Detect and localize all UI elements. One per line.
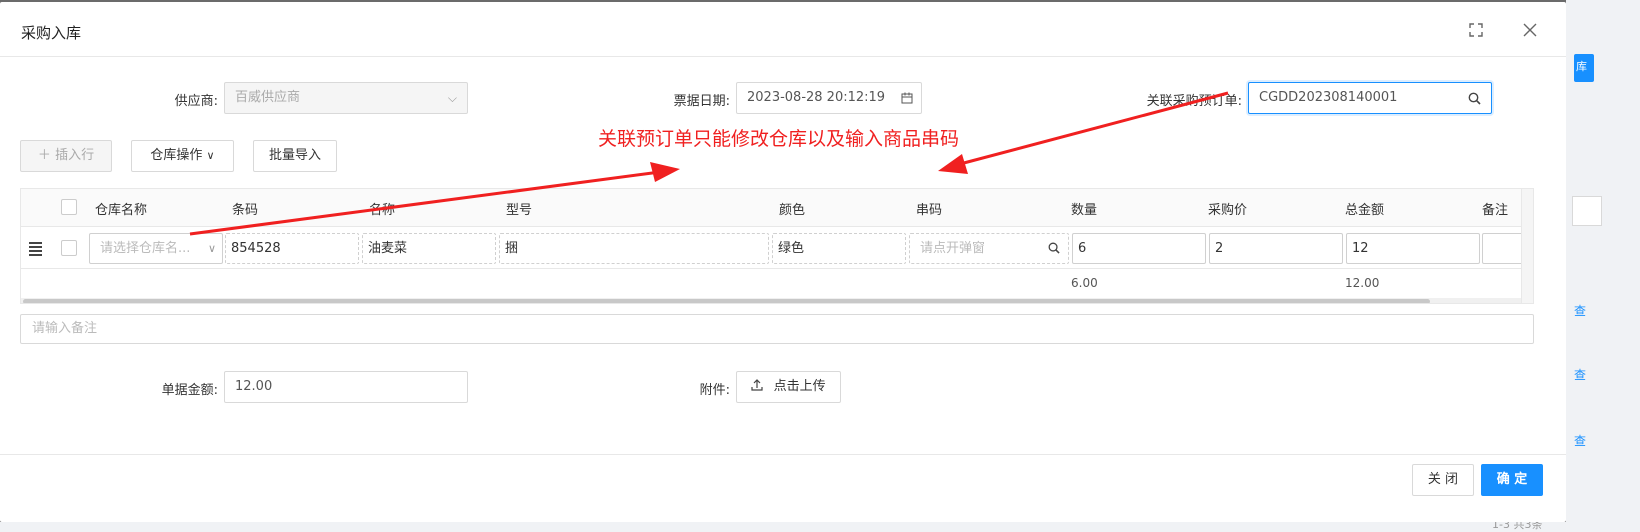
attachment-label: 附件:: [699, 383, 730, 398]
background-link: 查: [1574, 368, 1587, 382]
drag-handle-icon[interactable]: [29, 242, 42, 256]
scrollbar-thumb[interactable]: [23, 299, 1430, 303]
upload-button[interactable]: 点击上传: [736, 371, 841, 403]
table-header: 仓库名称 条码 名称 型号 颜色 串码 数量 采购价 总金额 备注: [21, 189, 1521, 227]
search-icon[interactable]: [1048, 234, 1060, 263]
chevron-down-icon: ⌵: [447, 91, 457, 105]
column-header: 总金额: [1345, 203, 1385, 218]
batch-import-button[interactable]: 批量导入: [253, 140, 337, 172]
background-link: 查: [1574, 434, 1587, 448]
date-value: 2023-08-28 20:12:19: [747, 90, 886, 105]
quantity-input[interactable]: 6: [1072, 233, 1206, 264]
date-label: 票据日期:: [673, 94, 730, 109]
remark-textarea[interactable]: 请输入备注: [20, 314, 1534, 344]
supplier-label: 供应商:: [174, 94, 218, 109]
confirm-button[interactable]: 确 定: [1481, 464, 1543, 496]
column-header: 名称: [369, 203, 396, 218]
column-header: 备注: [1482, 203, 1509, 218]
annotation-text: 关联预订单只能修改仓库以及输入商品串码: [598, 128, 960, 150]
modal-footer: 关 闭 确 定: [0, 454, 1566, 522]
warehouse-select[interactable]: 请选择仓库名... ∨: [89, 233, 223, 264]
total-input[interactable]: 12: [1346, 233, 1480, 264]
search-icon[interactable]: [1468, 83, 1481, 116]
modal-title: 采购入库: [21, 24, 82, 42]
batch-import-label: 批量导入: [268, 148, 321, 163]
close-icon[interactable]: [1518, 18, 1542, 42]
supplier-value: 百威供应商: [235, 90, 301, 105]
column-header: 串码: [916, 203, 943, 218]
purchase-order-input[interactable]: CGDD202308140001: [1248, 82, 1492, 114]
modal-header: 采购入库: [0, 2, 1566, 57]
column-header: 条码: [232, 203, 259, 218]
warehouse-placeholder: 请选择仓库名...: [100, 241, 191, 256]
name-cell[interactable]: 油麦菜: [362, 233, 496, 264]
background-square: [1572, 196, 1602, 226]
serial-placeholder: 请点开弹窗: [920, 241, 986, 256]
table-row: 请选择仓库名... ∨ 854528 油麦菜 捆 绿色 请点开弹窗 6 2 12: [21, 227, 1533, 269]
upload-icon: [751, 379, 767, 394]
serial-input[interactable]: 请点开弹窗: [909, 233, 1069, 264]
date-picker[interactable]: 2023-08-28 20:12:19: [736, 82, 922, 114]
color-cell[interactable]: 绿色: [772, 233, 906, 264]
calendar-icon: [901, 83, 913, 115]
summary-row: 6.00 12.00: [21, 269, 1521, 299]
column-header: 颜色: [779, 203, 806, 218]
select-all-checkbox[interactable]: [61, 199, 77, 215]
warehouse-ops-dropdown[interactable]: 仓库操作 ∨: [131, 140, 234, 172]
background-tab-chip: 库: [1574, 54, 1594, 82]
background-footer: 1-3 共3条: [0, 518, 1640, 532]
amount-input[interactable]: 12.00: [224, 371, 468, 403]
column-header: 采购价: [1208, 203, 1248, 218]
total-sum: 12.00: [1345, 276, 1380, 290]
close-button[interactable]: 关 闭: [1412, 464, 1474, 496]
purchase-inbound-modal: 采购入库 供应商: 百威供应商 ⌵ 票据日期: 2023-08-28 20:12…: [0, 2, 1566, 522]
background-link: 查: [1574, 304, 1587, 318]
horizontal-scrollbar[interactable]: [21, 298, 1521, 303]
column-header: 型号: [506, 203, 533, 218]
purchase-order-value: CGDD202308140001: [1259, 90, 1398, 105]
remark-placeholder: 请输入备注: [32, 321, 98, 336]
plus-icon: ＋: [37, 148, 51, 163]
upload-label: 点击上传: [773, 379, 826, 394]
fullscreen-icon[interactable]: [1464, 18, 1488, 42]
barcode-cell[interactable]: 854528: [225, 233, 359, 264]
price-input[interactable]: 2: [1209, 233, 1343, 264]
model-cell[interactable]: 捆: [499, 233, 769, 264]
row-checkbox[interactable]: [61, 240, 77, 256]
warehouse-ops-label: 仓库操作: [150, 148, 203, 163]
insert-row-button[interactable]: ＋ 插入行: [20, 140, 112, 172]
column-header: 数量: [1071, 203, 1098, 218]
insert-row-label: 插入行: [55, 148, 95, 163]
column-header: 仓库名称: [95, 203, 148, 218]
amount-label: 单据金额:: [161, 383, 218, 398]
chevron-down-icon: ∨: [207, 242, 216, 255]
background-page: 库 查 查 查: [1566, 0, 1640, 532]
purchase-order-label: 关联采购预订单:: [1146, 94, 1242, 109]
chevron-down-icon: ∨: [206, 149, 215, 162]
quantity-sum: 6.00: [1071, 276, 1098, 290]
vertical-scrollbar[interactable]: [1521, 189, 1533, 303]
goods-table: 仓库名称 条码 名称 型号 颜色 串码 数量 采购价 总金额 备注 请选择仓库名…: [20, 188, 1534, 304]
supplier-select[interactable]: 百威供应商 ⌵: [224, 82, 468, 114]
